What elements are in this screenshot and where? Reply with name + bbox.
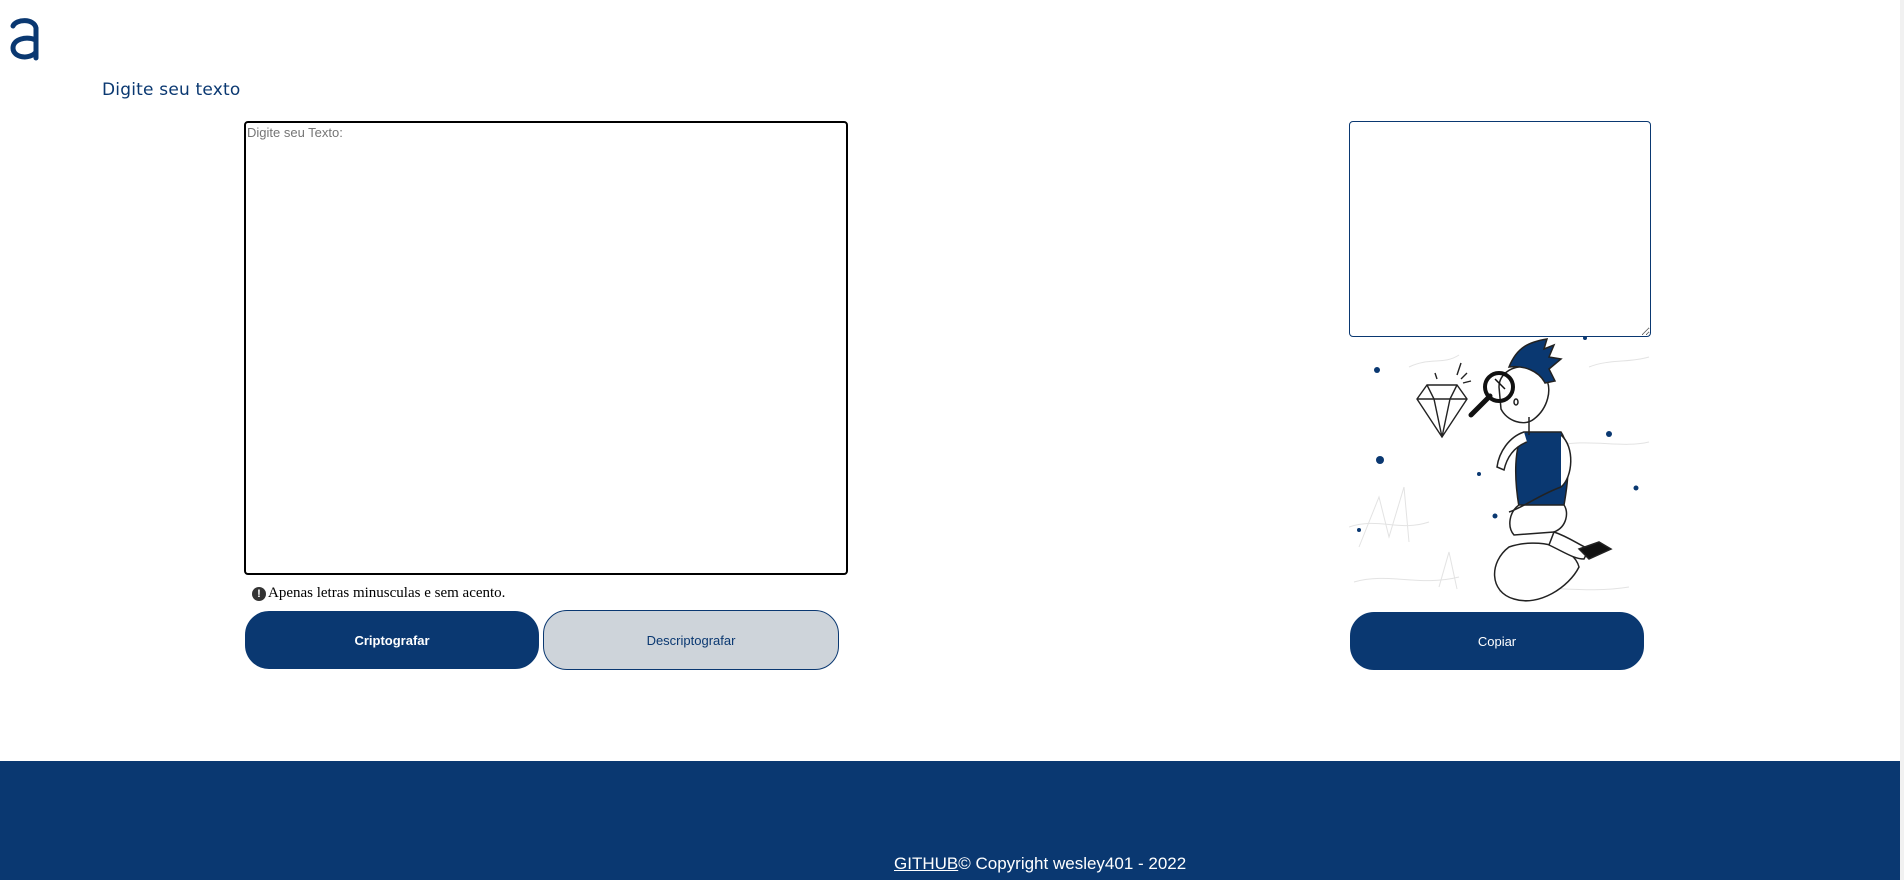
page: Digite seu texto ! Apenas letras minuscu… [0, 0, 1904, 880]
input-textarea[interactable] [244, 121, 848, 575]
encrypt-button[interactable]: Criptografar [245, 611, 539, 669]
alura-logo-icon[interactable] [8, 14, 42, 62]
decrypt-button[interactable]: Descriptografar [543, 610, 839, 670]
vertical-scrollbar[interactable] [1900, 0, 1904, 880]
footer-text: GITHUB© Copyright wesley401 - 2022 [894, 854, 1186, 874]
person-with-magnifier-illustration [1349, 337, 1650, 602]
hint-text: Apenas letras minusculas e sem acento. [268, 585, 506, 601]
input-section-label: Digite seu texto [102, 80, 241, 100]
github-link[interactable]: GITHUB [894, 854, 958, 873]
copy-button[interactable]: Copiar [1350, 612, 1644, 670]
output-textarea[interactable] [1349, 121, 1651, 337]
copyright-text: © Copyright wesley401 - 2022 [958, 854, 1187, 873]
input-hint: ! Apenas letras minusculas e sem acento. [252, 585, 505, 602]
exclamation-circle-icon: ! [252, 586, 266, 601]
